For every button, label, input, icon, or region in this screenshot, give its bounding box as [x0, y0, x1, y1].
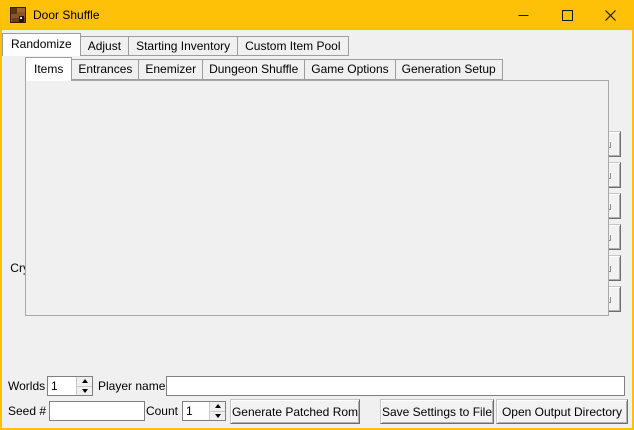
spin-down-icon	[215, 414, 221, 418]
count-label: Count	[146, 401, 178, 421]
door-shuffle-window: Door Shuffle Randomize Adjust Starting I…	[0, 0, 634, 430]
tab-entrances[interactable]: Entrances	[71, 59, 139, 80]
worlds-label: Worlds	[8, 376, 45, 396]
tab-enemizer[interactable]: Enemizer	[138, 59, 203, 80]
maximize-icon	[562, 10, 573, 21]
spin-up-icon	[215, 404, 221, 408]
close-icon	[605, 10, 616, 21]
tab-adjust[interactable]: Adjust	[80, 36, 129, 56]
close-button[interactable]	[588, 0, 632, 30]
worlds-input[interactable]	[48, 377, 76, 395]
save-settings-button[interactable]: Save Settings to File	[380, 399, 494, 424]
tab-starting-inventory[interactable]: Starting Inventory	[128, 36, 238, 56]
worlds-spin-up-button[interactable]	[77, 377, 92, 386]
tab-items[interactable]: Items	[25, 57, 72, 81]
spin-up-icon	[82, 379, 88, 383]
tab-dungeon-shuffle[interactable]: Dungeon Shuffle	[202, 59, 305, 80]
tab-randomize[interactable]: Randomize	[2, 33, 81, 56]
title-bar: Door Shuffle	[0, 0, 634, 30]
count-spinner	[182, 401, 226, 421]
main-tab-bar: Randomize Adjust Starting Inventory Cust…	[2, 33, 348, 56]
tab-custom-item-pool[interactable]: Custom Item Pool	[237, 36, 348, 56]
player-names-input[interactable]	[166, 376, 625, 396]
items-tab-panel	[25, 80, 609, 316]
generate-patched-rom-button[interactable]: Generate Patched Rom	[230, 399, 360, 424]
tab-game-options[interactable]: Game Options	[304, 59, 395, 80]
app-icon	[10, 7, 26, 23]
maximize-button[interactable]	[545, 0, 589, 30]
count-spin-up-button[interactable]	[210, 402, 225, 411]
worlds-spin-down-button[interactable]	[77, 386, 92, 396]
worlds-spinner	[47, 376, 93, 396]
spin-down-icon	[82, 389, 88, 393]
open-output-directory-button[interactable]: Open Output Directory	[496, 399, 628, 424]
seed-input[interactable]	[49, 401, 145, 421]
count-spin-down-button[interactable]	[210, 411, 225, 421]
count-input[interactable]	[183, 402, 209, 420]
player-names-label: Player names	[98, 376, 171, 396]
tab-generation-setup[interactable]: Generation Setup	[395, 59, 503, 80]
minimize-button[interactable]	[501, 0, 545, 30]
window-title: Door Shuffle	[33, 0, 100, 30]
randomize-tab-bar: Items Entrances Enemizer Dungeon Shuffle…	[25, 57, 502, 80]
seed-label: Seed #	[8, 401, 46, 421]
minimize-icon	[518, 10, 529, 21]
